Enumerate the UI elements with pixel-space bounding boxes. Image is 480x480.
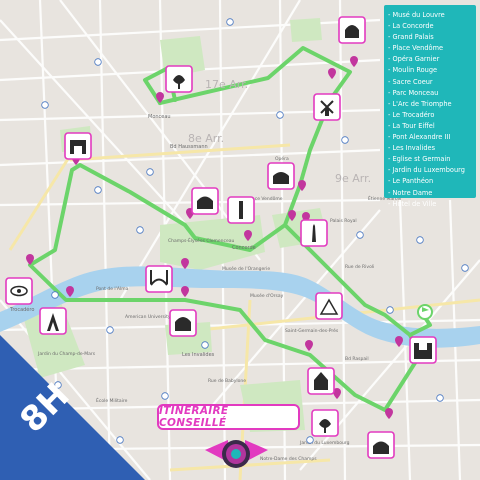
label-opera: Opéra bbox=[275, 155, 289, 162]
legend-item: Hotel de Ville bbox=[388, 199, 472, 210]
label-pont-alma: Pont de l'Alma bbox=[96, 286, 129, 292]
label-palais-royal: Palais Royal bbox=[330, 218, 357, 224]
legend-item: Sacre Coeur bbox=[388, 77, 472, 88]
itinerary-banner: ITINÉRAIRE CONSEILLÉ bbox=[157, 404, 300, 430]
start-marker-icon bbox=[417, 304, 433, 320]
label-musee-orsay: Musée d'Orsay bbox=[250, 292, 284, 299]
legend-item: Musé du Louvre bbox=[388, 10, 472, 21]
label-orangerie: Musée de l'Orangerie bbox=[222, 265, 270, 272]
louvre-icon bbox=[315, 292, 343, 320]
legend-item: Les Invalides bbox=[388, 143, 472, 154]
label-bd-haussmann: Bd Haussmann bbox=[170, 144, 208, 150]
legend-item: Grand Palais bbox=[388, 32, 472, 43]
legend-panel: Musé du LouvreLa ConcordeGrand PalaisPla… bbox=[384, 5, 476, 208]
legend-item: Jardin du Luxembourg bbox=[388, 165, 472, 176]
legend-item: La Concorde bbox=[388, 21, 472, 32]
label-invalides: Les Invalides bbox=[182, 352, 215, 358]
label-jardin-champ: Jardin du Champ-de-Mars bbox=[37, 351, 96, 357]
label-bd-raspail: Bd Raspail bbox=[345, 356, 369, 362]
legend-item: Notre Dame bbox=[388, 188, 472, 199]
legend-item: Opéra Garnier bbox=[388, 54, 472, 65]
label-trocadero: Trocadéro bbox=[9, 306, 34, 313]
label-monceau: Monceau bbox=[148, 114, 171, 120]
label-arr17: 17e Arr. bbox=[205, 78, 248, 91]
label-rue-de-rivoli: Rue de Rivoli bbox=[345, 264, 374, 270]
label-babylone: Rue de Babylone bbox=[208, 378, 246, 384]
legend-item: Le Trocadéro bbox=[388, 110, 472, 121]
legend-item: Place Vendôme bbox=[388, 43, 472, 54]
label-notre-dame: Notre-Dame des Champs bbox=[260, 456, 317, 462]
legend-item: La Tour Eiffel bbox=[388, 121, 472, 132]
label-arr9: 9e Arr. bbox=[335, 172, 371, 185]
legend-item: Moulin Rouge bbox=[388, 65, 472, 76]
legend-item: Eglise st Germain bbox=[388, 154, 472, 165]
legend-item: Pont Alexandre III bbox=[388, 132, 472, 143]
label-concorde: Concorde bbox=[232, 245, 256, 251]
legend-item: Parc Monceau bbox=[388, 88, 472, 99]
legend-item: L'Arc de Triomphe bbox=[388, 99, 472, 110]
legend-item: Le Panthéon bbox=[388, 176, 472, 187]
label-st-germain: Saint-Germain-des-Prés bbox=[285, 327, 339, 334]
